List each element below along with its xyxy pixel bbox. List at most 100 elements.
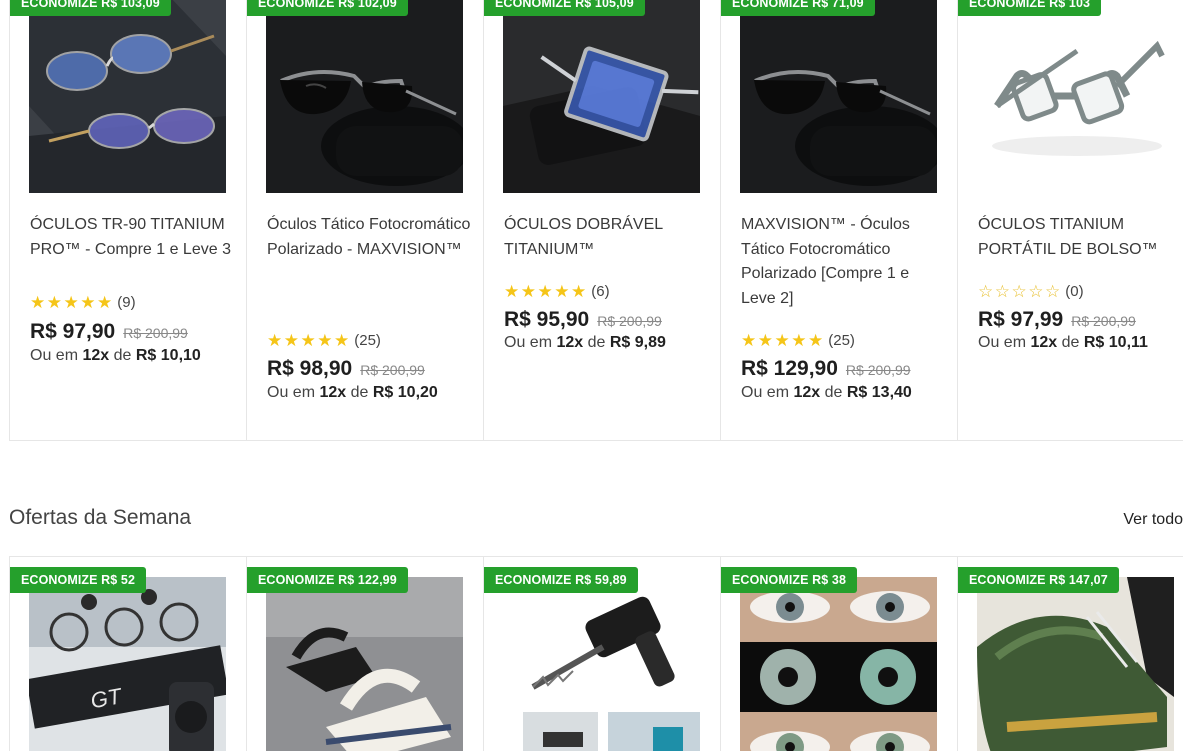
folding-glasses-photo <box>503 0 700 193</box>
discount-badge: ECONOMIZE R$ 59,89 <box>484 567 638 593</box>
installment-value: R$ 13,40 <box>846 384 912 401</box>
product-image[interactable] <box>977 577 1174 751</box>
star-outline-icon: ☆ <box>978 282 994 301</box>
offer-card[interactable]: ECONOMIZE R$ 52 GT <box>10 557 247 751</box>
star-rating: ★ ★ ★ ★ ★ <box>741 332 823 349</box>
star-icon: ★ <box>504 282 520 301</box>
star-icon: ★ <box>267 331 283 350</box>
installment-count: 12x <box>319 384 347 401</box>
old-price: R$ 200,99 <box>845 362 911 378</box>
installment-count: 12x <box>793 384 821 401</box>
star-outline-icon: ☆ <box>1011 282 1027 301</box>
star-rating: ★ ★ ★ ★ ★ <box>504 283 586 300</box>
discount-badge: ECONOMIZE R$ 52 <box>10 567 147 593</box>
offer-card[interactable]: ECONOMIZE R$ 38 <box>721 557 958 751</box>
star-icon: ★ <box>30 293 46 312</box>
review-count: (25) <box>354 332 381 349</box>
star-icon: ★ <box>741 331 757 350</box>
discount-badge: ECONOMIZE R$ 103 <box>958 0 1102 16</box>
sunglasses-photo <box>740 0 937 193</box>
installment-de: de <box>824 384 843 401</box>
old-price: R$ 200,99 <box>1071 313 1136 329</box>
product-image[interactable] <box>266 0 463 193</box>
product-title[interactable]: ÓCULOS DOBRÁVEL TITANIUM™ <box>504 213 709 262</box>
star-icon: ★ <box>757 331 773 350</box>
installment-prefix: Ou em <box>504 334 553 351</box>
product-title[interactable]: MAXVISION™ - Óculos Tático Fotocromático… <box>741 213 946 311</box>
product-image[interactable] <box>503 577 700 751</box>
current-price: R$ 97,90 <box>30 320 116 343</box>
product-card[interactable]: ECONOMIZE R$ 105,09 ÓCULOS DOBRÁVEL TITA… <box>484 0 721 440</box>
price-row: R$ 129,90 R$ 200,99 <box>741 357 911 381</box>
old-price: R$ 200,99 <box>360 362 425 378</box>
reciprocating-saw-adapter-photo <box>503 577 700 751</box>
product-card[interactable]: ECONOMIZE R$ 102,09 Óculos Tático Fotocr… <box>247 0 484 440</box>
see-all-link[interactable]: Ver todo <box>1123 511 1183 529</box>
installment-de: de <box>1061 334 1080 351</box>
product-rating: ★ ★ ★ ★ ★ (9) <box>30 294 136 311</box>
price-row: R$ 97,99 R$ 200,99 <box>978 308 1136 332</box>
colored-contact-lenses-photo <box>740 577 937 751</box>
star-icon: ★ <box>537 282 553 301</box>
installment-value: R$ 10,10 <box>135 347 201 364</box>
safety-sneaker-photo <box>977 577 1174 751</box>
installment-count: 12x <box>82 347 110 364</box>
star-icon: ★ <box>808 331 824 350</box>
review-count: (9) <box>117 294 136 311</box>
discount-badge: ECONOMIZE R$ 71,09 <box>721 0 875 16</box>
product-image[interactable] <box>503 0 700 193</box>
review-count: (0) <box>1065 283 1084 300</box>
offer-card[interactable]: ECONOMIZE R$ 147,07 <box>958 557 1183 751</box>
product-image[interactable] <box>29 0 226 193</box>
installments: Ou em 12x de R$ 9,89 <box>504 334 666 352</box>
product-image[interactable] <box>977 0 1174 193</box>
current-price: R$ 97,99 <box>978 308 1064 331</box>
star-outline-icon: ☆ <box>994 282 1010 301</box>
star-icon: ★ <box>300 331 316 350</box>
installments: Ou em 12x de R$ 10,11 <box>978 334 1148 352</box>
price-row: R$ 97,90 R$ 200,99 <box>30 320 188 344</box>
product-image[interactable] <box>266 577 463 751</box>
star-icon: ★ <box>63 293 79 312</box>
offer-card[interactable]: ECONOMIZE R$ 59,89 <box>484 557 721 751</box>
sunglasses-photo <box>266 0 463 193</box>
product-grid-offers: ECONOMIZE R$ 52 GT ECONOMIZE R$ 122,99 E… <box>9 556 1183 751</box>
star-icon: ★ <box>317 331 333 350</box>
product-title[interactable]: ÓCULOS TR-90 TITANIUM PRO™ - Compre 1 e … <box>30 213 235 262</box>
product-card[interactable]: ECONOMIZE R$ 71,09 MAXVISION™ - Óculos T… <box>721 0 958 440</box>
installment-prefix: Ou em <box>30 347 79 364</box>
star-rating: ★ ★ ★ ★ ★ <box>30 294 112 311</box>
star-icon: ★ <box>774 331 790 350</box>
product-title[interactable]: ÓCULOS TITANIUM PORTÁTIL DE BOLSO™ <box>978 213 1183 262</box>
sandals-photo <box>266 577 463 751</box>
discount-badge: ECONOMIZE R$ 102,09 <box>247 0 408 16</box>
product-grid-top: ECONOMIZE R$ 103,09 ÓCULOS TR-90 TITANIU… <box>9 0 1183 441</box>
discount-badge: ECONOMIZE R$ 38 <box>721 567 858 593</box>
product-card[interactable]: ECONOMIZE R$ 103 ÓCULOS TITANIUM PORTÁTI… <box>958 0 1183 440</box>
discount-badge: ECONOMIZE R$ 103,09 <box>10 0 171 16</box>
star-icon: ★ <box>334 331 350 350</box>
product-rating: ★ ★ ★ ★ ★ (25) <box>741 332 855 349</box>
installment-de: de <box>113 347 132 364</box>
discount-badge: ECONOMIZE R$ 122,99 <box>247 567 408 593</box>
installment-value: R$ 9,89 <box>609 334 666 351</box>
installments: Ou em 12x de R$ 13,40 <box>741 384 912 402</box>
star-icon: ★ <box>80 293 96 312</box>
price-row: R$ 95,90 R$ 200,99 <box>504 308 662 332</box>
bike-horn-photo: GT <box>29 577 226 751</box>
old-price: R$ 200,99 <box>123 325 188 341</box>
installment-value: R$ 10,11 <box>1083 334 1148 351</box>
installment-prefix: Ou em <box>741 384 790 401</box>
installment-de: de <box>350 384 369 401</box>
product-image[interactable] <box>740 577 937 751</box>
old-price: R$ 200,99 <box>597 313 662 329</box>
offer-card[interactable]: ECONOMIZE R$ 122,99 <box>247 557 484 751</box>
product-card[interactable]: ECONOMIZE R$ 103,09 ÓCULOS TR-90 TITANIU… <box>10 0 247 440</box>
current-price: R$ 98,90 <box>267 357 353 380</box>
product-image[interactable]: GT <box>29 577 226 751</box>
product-rating: ☆ ☆ ☆ ☆ ☆ (0) <box>978 283 1084 300</box>
product-image[interactable] <box>740 0 937 193</box>
product-title[interactable]: Óculos Tático Fotocromático Polarizado -… <box>267 213 472 262</box>
installment-value: R$ 10,20 <box>372 384 438 401</box>
price-row: R$ 98,90 R$ 200,99 <box>267 357 425 381</box>
